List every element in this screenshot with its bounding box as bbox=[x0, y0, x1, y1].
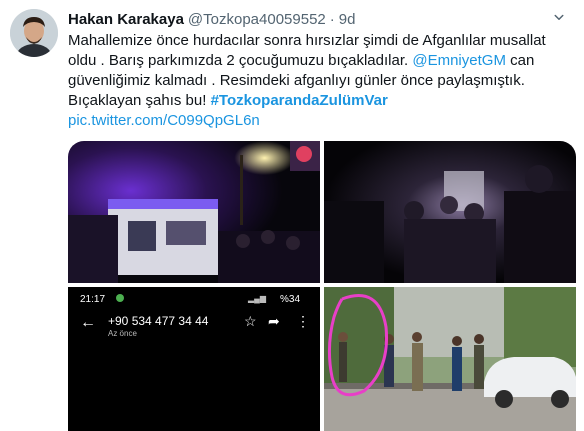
more-options-icon[interactable] bbox=[548, 6, 570, 28]
hashtag-link[interactable]: #TozkoparandaZulümVar bbox=[211, 92, 388, 109]
media-photo-crowd[interactable] bbox=[324, 141, 576, 283]
battery-percent: %34 bbox=[280, 294, 301, 305]
share-icon[interactable]: ➦ bbox=[268, 313, 280, 330]
tweet-card[interactable]: Hakan Karakaya @Tozkopa40059552 · 9d Mah… bbox=[0, 0, 584, 431]
tweet-text-line-1: Mahallemize önce hurdacılar sonra hırsız… bbox=[68, 32, 546, 49]
contact-number: +90 534 477 34 44 bbox=[108, 314, 209, 328]
author-handle[interactable]: @Tozkopa40059552 bbox=[188, 11, 326, 28]
more-vertical-icon[interactable]: ⋮ bbox=[296, 313, 310, 330]
separator-dot: · bbox=[329, 10, 335, 28]
media-photo-ambulance[interactable] bbox=[68, 141, 320, 283]
tweet-header: Hakan Karakaya @Tozkopa40059552 · 9d bbox=[68, 9, 564, 29]
timestamp[interactable]: 9d bbox=[339, 11, 356, 28]
tweet-text-line-4: Bıçaklayan şahıs bu! #TozkoparandaZulümV… bbox=[68, 91, 568, 111]
media-link[interactable]: pic.twitter.com/C099QpGL6n bbox=[68, 112, 260, 129]
media-phone-screenshot[interactable]: 21:17 ▂▄▆ %34 ← +90 534 477 34 44 Az önc… bbox=[68, 287, 320, 431]
tweet-text-line-2-end: can bbox=[505, 52, 535, 69]
tweet-text-line-2-start: oldu . Barış parkımızda 2 çocuğumuzu bıç… bbox=[68, 52, 409, 69]
back-arrow-icon[interactable]: ← bbox=[80, 314, 96, 332]
whatsapp-status-icon bbox=[116, 294, 124, 302]
mention-link[interactable]: @EmniyetGM bbox=[412, 52, 506, 69]
tweet-text-line-3: güvenliğimiz kalmadı . Resimdeki afganlı… bbox=[68, 72, 525, 89]
avatar[interactable] bbox=[10, 9, 58, 57]
tweet-text: Mahallemize önce hurdacılar sonra hırsız… bbox=[68, 31, 568, 131]
tweet-text-line-2: oldu . Barış parkımızda 2 çocuğumuzu bıç… bbox=[68, 51, 568, 71]
tweet-text-line-4-start: Bıçaklayan şahıs bu! bbox=[68, 92, 207, 109]
author-display-name[interactable]: Hakan Karakaya bbox=[68, 11, 184, 28]
media-photo-street[interactable] bbox=[324, 287, 576, 431]
tweet-text-line-5: pic.twitter.com/C099QpGL6n bbox=[68, 111, 568, 131]
signal-icon: ▂▄▆ bbox=[248, 294, 266, 303]
contact-subtitle: Az önce bbox=[108, 329, 137, 338]
star-icon[interactable]: ☆ bbox=[244, 313, 257, 330]
media-grid: 21:17 ▂▄▆ %34 ← +90 534 477 34 44 Az önc… bbox=[68, 141, 576, 431]
phone-clock: 21:17 bbox=[80, 294, 106, 305]
